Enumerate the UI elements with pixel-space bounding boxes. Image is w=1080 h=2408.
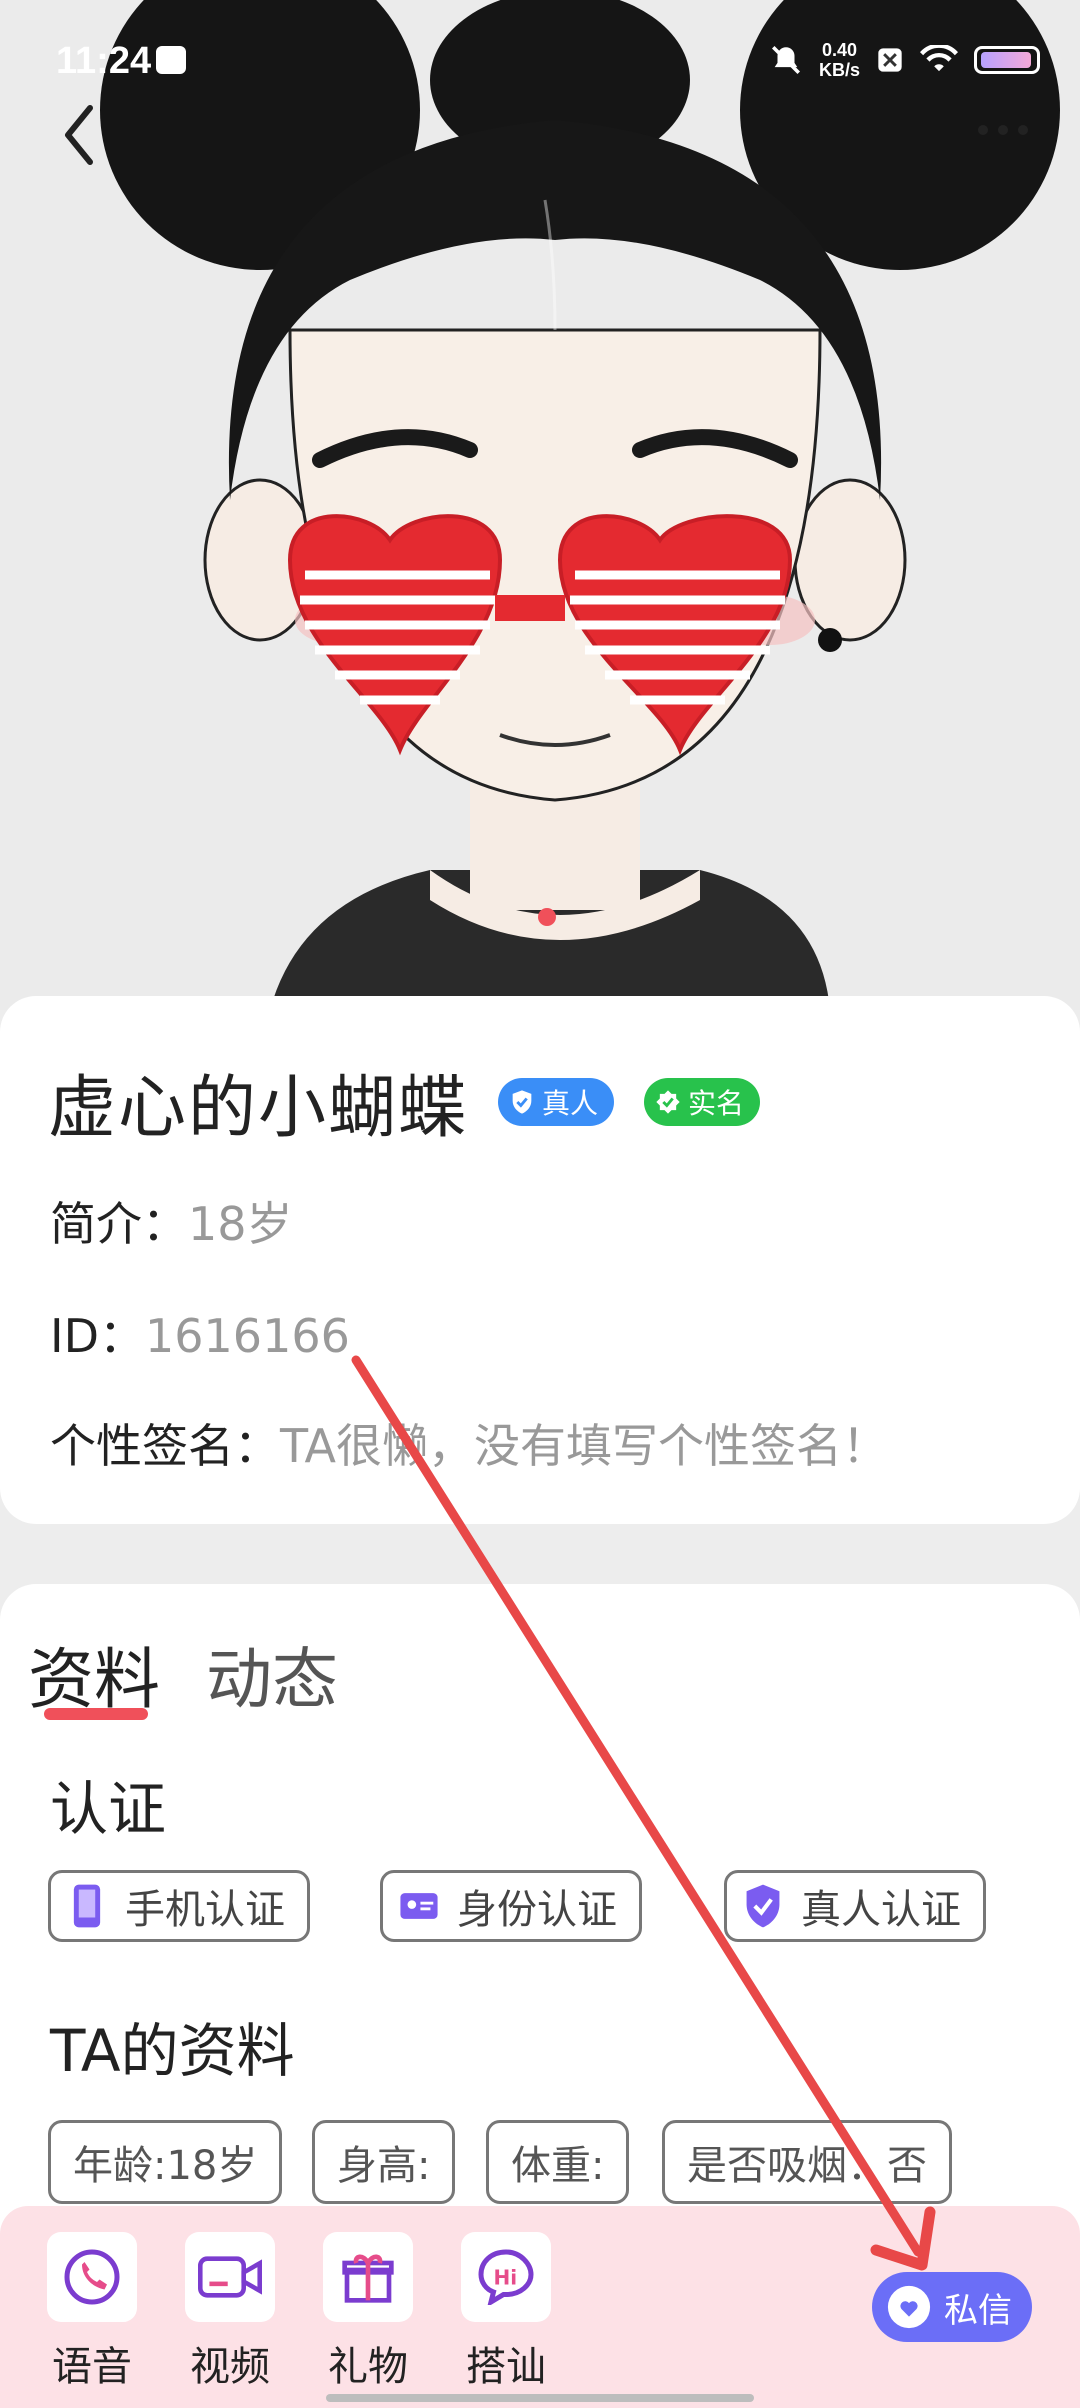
gift-icon	[342, 2254, 394, 2303]
bottom-action-bar: 语音 视频 礼物 Hi 搭讪 私信	[0, 2206, 1080, 2408]
wifi-icon	[920, 45, 958, 72]
ta-profile-title: TA的资料	[50, 2017, 295, 2085]
chat-heart-icon	[887, 2285, 931, 2329]
verified-check-icon	[656, 1089, 680, 1114]
real-person-badge: 真人	[498, 1077, 615, 1126]
cert-phone: 手机认证	[48, 1870, 310, 1942]
video-call-button[interactable]: 视频	[180, 2232, 280, 2392]
shield-check-icon	[746, 1884, 780, 1928]
tab-moments[interactable]: 动态	[206, 1626, 338, 1722]
message-notification-icon	[156, 46, 186, 74]
phone-icon	[73, 1884, 101, 1928]
hi-greeting-button[interactable]: Hi 搭讪	[456, 2232, 556, 2392]
profile-name: 虚心的小蝴蝶	[48, 1069, 469, 1148]
home-indicator	[326, 2394, 754, 2402]
back-arrow-icon[interactable]	[56, 100, 106, 170]
more-options-icon[interactable]	[968, 110, 1038, 150]
intro-line: 简介：18岁	[50, 1197, 293, 1251]
chip-smoking: 是否吸烟：否	[662, 2120, 952, 2204]
phone-call-icon	[64, 2249, 120, 2305]
battery-icon	[974, 46, 1040, 74]
video-camera-icon	[198, 2256, 262, 2298]
carousel-dot-indicator	[538, 908, 556, 926]
private-message-button[interactable]: 私信	[872, 2272, 1032, 2342]
mute-bell-icon	[771, 45, 800, 75]
cert-identity: 身份认证	[380, 1870, 642, 1942]
signature-line: 个性签名：TA很懒，没有填写个性签名！	[50, 1419, 888, 1473]
active-tab-underline	[44, 1708, 148, 1720]
status-bar: 11:24 0.40 KB/s	[0, 0, 1080, 120]
chip-age: 年龄:18岁	[48, 2120, 283, 2204]
id-line: ID：1616166	[50, 1309, 350, 1363]
chip-height: 身高:	[312, 2120, 456, 2204]
chip-weight: 体重:	[486, 2120, 630, 2204]
status-time: 11:24	[56, 40, 152, 82]
certification-title: 认证	[50, 1775, 167, 1843]
no-sim-icon	[878, 48, 902, 72]
svg-text:Hi: Hi	[494, 2266, 518, 2290]
network-speed: 0.40 KB/s	[818, 40, 860, 80]
hi-bubble-icon: Hi	[478, 2249, 534, 2305]
profile-cover-photo[interactable]	[0, 0, 1080, 1010]
cert-real-person: 真人认证	[724, 1870, 986, 1942]
shield-check-icon	[512, 1089, 532, 1114]
gift-button[interactable]: 礼物	[318, 2232, 418, 2392]
avatar-illustration	[0, 0, 1080, 1010]
profile-info-card: 虚心的小蝴蝶 真人 实名 简介：18岁 ID：1616166 个性签名：TA很懒…	[0, 996, 1080, 1524]
voice-call-button[interactable]: 语音	[42, 2232, 142, 2392]
id-card-icon	[400, 1893, 438, 1919]
real-name-badge: 实名	[644, 1077, 761, 1126]
